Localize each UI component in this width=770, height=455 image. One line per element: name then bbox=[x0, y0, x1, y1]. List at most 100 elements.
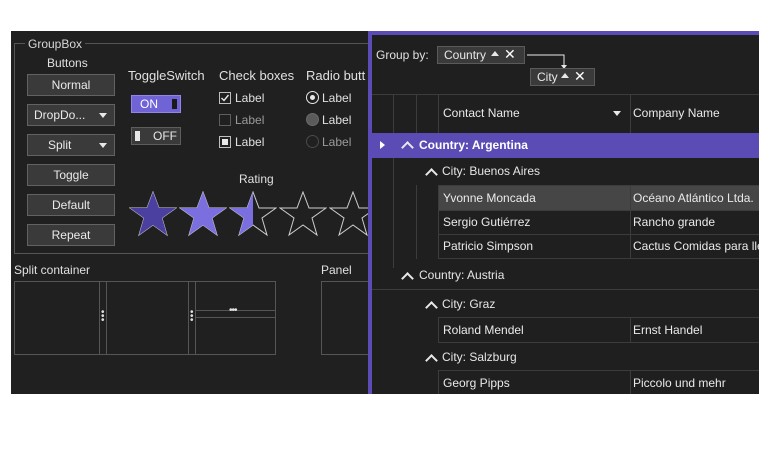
grip-icon: ••• bbox=[190, 307, 194, 326]
data-grid: Group by: Country ✕ City ✕ Contact Name … bbox=[368, 31, 759, 394]
star-icon[interactable] bbox=[329, 191, 371, 237]
group-row-buenos-aires[interactable]: City: Buenos Aires bbox=[372, 158, 759, 184]
splitter-horizontal[interactable]: ••• bbox=[195, 305, 275, 318]
repeat-button[interactable]: Repeat bbox=[27, 224, 115, 246]
cell-contact: Yvonne Moncada bbox=[443, 191, 536, 205]
group-row-austria[interactable]: Country: Austria bbox=[372, 262, 759, 288]
toggle-thumb bbox=[135, 131, 140, 141]
panel-header: Panel bbox=[321, 263, 352, 277]
divider bbox=[438, 342, 759, 343]
split-container: • • • • • • ••• bbox=[14, 281, 276, 355]
indeterminate-icon bbox=[222, 139, 228, 145]
group-label: City: Salzburg bbox=[442, 350, 517, 364]
group-row-graz[interactable]: City: Graz bbox=[372, 292, 759, 316]
radios-header: Radio butt bbox=[306, 68, 366, 83]
chevron-down-icon[interactable] bbox=[99, 143, 107, 148]
divider bbox=[416, 94, 417, 134]
cell-contact: Georg Pipps bbox=[443, 376, 510, 390]
cell-company: Rancho grande bbox=[633, 215, 716, 229]
divider bbox=[438, 185, 439, 259]
divider bbox=[393, 158, 394, 268]
divider bbox=[630, 370, 631, 394]
chevron-up-icon[interactable] bbox=[401, 270, 414, 286]
cell-company: Piccolo und mehr bbox=[633, 376, 726, 390]
divider bbox=[372, 289, 759, 290]
radio-disabled[interactable] bbox=[306, 135, 319, 148]
chevron-up-icon[interactable] bbox=[401, 139, 414, 155]
table-row[interactable]: Patricio Simpson Cactus Comidas para lle… bbox=[438, 234, 759, 258]
checkboxes-header: Check boxes bbox=[219, 68, 295, 83]
checkbox-label: Label bbox=[235, 135, 265, 149]
splitter-vertical[interactable]: • • • bbox=[99, 282, 107, 354]
divider bbox=[416, 185, 417, 259]
group-label: Country: Austria bbox=[419, 268, 505, 282]
close-icon[interactable]: ✕ bbox=[504, 46, 516, 63]
table-row[interactable]: Roland Mendel Ernst Handel bbox=[438, 318, 759, 342]
radio-dot-icon bbox=[310, 95, 315, 100]
table-row[interactable]: Yvonne Moncada Océano Atlántico Ltda. bbox=[438, 186, 759, 210]
chevron-up-icon[interactable] bbox=[425, 299, 438, 315]
normal-button[interactable]: Normal bbox=[27, 74, 115, 96]
table-row[interactable]: Georg Pipps Piccolo und mehr bbox=[438, 371, 759, 394]
chevron-up-icon[interactable] bbox=[425, 352, 438, 368]
toggle-button[interactable]: Toggle bbox=[27, 164, 115, 186]
cell-contact: Roland Mendel bbox=[443, 323, 524, 337]
toggleswitch-header: ToggleSwitch bbox=[128, 68, 205, 83]
toggle-on-label: ON bbox=[140, 97, 158, 111]
star-icon[interactable] bbox=[129, 191, 177, 237]
default-button[interactable]: Default bbox=[27, 194, 115, 216]
chip-label: Country bbox=[444, 48, 487, 62]
table-row[interactable]: Sergio Gutiérrez Rancho grande bbox=[438, 210, 759, 234]
grip-icon: ••• bbox=[101, 307, 105, 326]
divider bbox=[438, 370, 759, 371]
checkbox-label: Label bbox=[235, 113, 265, 127]
divider bbox=[372, 94, 759, 95]
column-header-company[interactable]: Company Name bbox=[633, 101, 720, 125]
divider bbox=[438, 317, 439, 343]
cell-contact: Patricio Simpson bbox=[443, 239, 534, 253]
toggle-off-label: OFF bbox=[153, 129, 177, 143]
toggle-switch-on[interactable]: ON bbox=[131, 95, 181, 113]
divider bbox=[438, 210, 759, 211]
check-icon bbox=[221, 94, 230, 102]
group-chip-country[interactable]: Country ✕ bbox=[437, 46, 525, 64]
cell-company: Cactus Comidas para llevar bbox=[633, 239, 759, 253]
rating-header: Rating bbox=[239, 172, 274, 186]
divider bbox=[630, 185, 631, 259]
buttons-header: Buttons bbox=[47, 56, 88, 70]
divider bbox=[438, 317, 759, 318]
sort-ascending-icon[interactable] bbox=[491, 51, 499, 56]
chevron-down-icon[interactable] bbox=[613, 111, 621, 116]
chip-label: City bbox=[537, 70, 558, 84]
close-icon[interactable]: ✕ bbox=[574, 68, 586, 85]
group-chip-city[interactable]: City ✕ bbox=[530, 68, 595, 86]
radio-selected[interactable] bbox=[306, 91, 319, 104]
toggle-thumb bbox=[172, 99, 177, 109]
chevron-down-icon bbox=[99, 113, 107, 118]
divider bbox=[438, 234, 759, 235]
checkbox-checked[interactable] bbox=[219, 92, 231, 104]
splitter-vertical[interactable]: • • • bbox=[188, 282, 196, 354]
chevron-up-icon[interactable] bbox=[425, 166, 438, 182]
cell-company: Ernst Handel bbox=[633, 323, 703, 337]
divider bbox=[438, 94, 439, 134]
dropdown-button[interactable]: DropDo... bbox=[27, 104, 115, 126]
divider bbox=[438, 185, 759, 186]
group-row-argentina[interactable]: Country: Argentina bbox=[372, 133, 759, 158]
star-icon[interactable] bbox=[279, 191, 327, 237]
group-row-salzburg[interactable]: City: Salzburg bbox=[372, 345, 759, 369]
column-header-contact[interactable]: Contact Name bbox=[443, 101, 520, 125]
sort-ascending-icon[interactable] bbox=[561, 73, 569, 78]
split-button[interactable]: Split bbox=[27, 134, 115, 156]
radio-unselected[interactable] bbox=[306, 113, 319, 126]
checkbox-indeterminate[interactable] bbox=[219, 136, 231, 148]
cell-contact: Sergio Gutiérrez bbox=[443, 215, 531, 229]
divider bbox=[438, 370, 439, 394]
toggle-switch-off[interactable]: OFF bbox=[131, 127, 181, 145]
checkbox-disabled[interactable] bbox=[219, 114, 231, 126]
star-icon[interactable] bbox=[229, 191, 277, 237]
radio-label: Label bbox=[322, 135, 352, 149]
controls-panel: GroupBox Buttons Normal DropDo... Split … bbox=[11, 31, 371, 394]
split-button-label: Split bbox=[48, 138, 72, 152]
star-icon[interactable] bbox=[179, 191, 227, 237]
